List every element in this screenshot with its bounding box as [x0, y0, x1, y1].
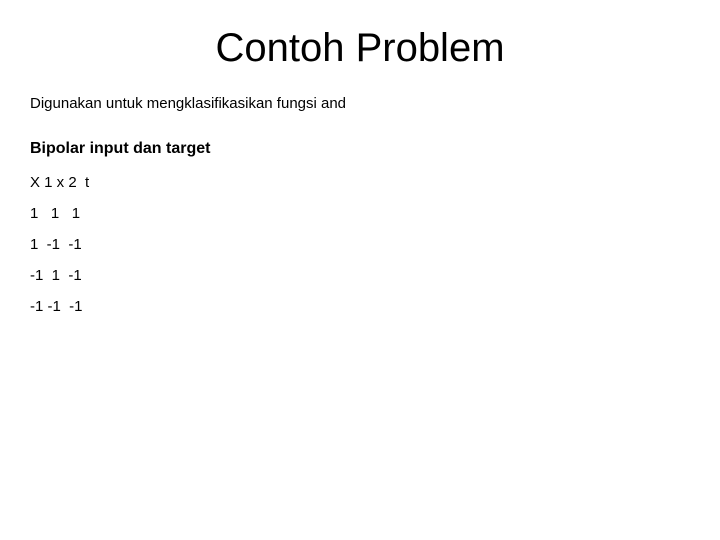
table-row: 1 1 1 [30, 205, 690, 222]
table-row: -1 -1 -1 [30, 298, 690, 315]
subtitle-text: Digunakan untuk mengklasifikasikan fungs… [30, 95, 690, 112]
table-header-row: X 1 x 2 t [30, 174, 690, 191]
table-row: 1 -1 -1 [30, 236, 690, 253]
table-row: -1 1 -1 [30, 267, 690, 284]
slide: Contoh Problem Digunakan untuk mengklasi… [0, 0, 720, 540]
section-heading: Bipolar input dan target [30, 140, 690, 158]
page-title: Contoh Problem [30, 26, 690, 71]
